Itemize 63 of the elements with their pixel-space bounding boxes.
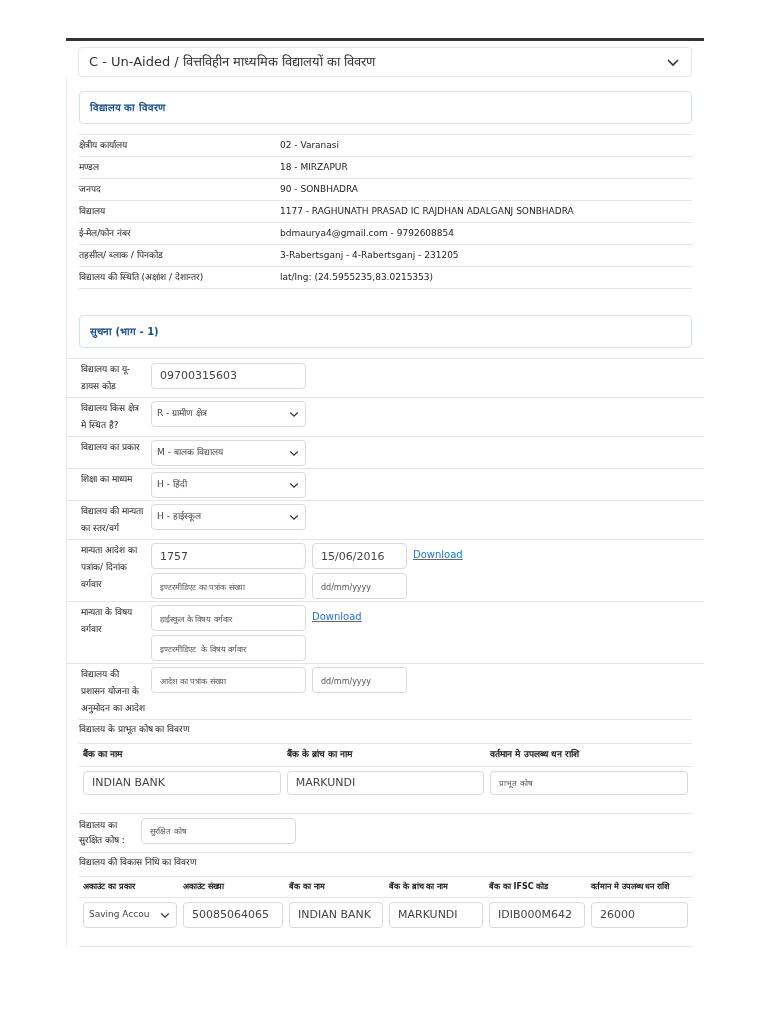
input-field[interactable]: MARKUNDI: [286, 770, 485, 795]
input-field[interactable]: प्राभूत कोष: [490, 770, 688, 795]
select-field[interactable]: M - बालक विद्यालय: [151, 440, 306, 466]
detail-value: 18 - MIRZAPUR: [280, 160, 348, 174]
accordion-title: C - Un-Aided / वित्तविहीन माध्यमिक विद्यालयों का विवरण: [89, 53, 376, 72]
input-field[interactable]: INDIAN BANK: [289, 901, 383, 928]
table-title: विद्यालय की विकास निधि का विवरण: [79, 855, 199, 869]
column-header: अकाउंट का प्रकार: [83, 880, 137, 893]
detail-value: 1177 - RAGHUNATH PRASAD IC RAJDHAN ADALGANJ SONBHADRA: [280, 204, 574, 218]
select-field[interactable]: H - हिंदी: [151, 472, 306, 498]
field-label: विद्यालय का यू-डायस कोड: [81, 363, 131, 393]
input-field[interactable]: सुरक्षित कोष: [141, 817, 296, 844]
field-label: विद्यालय की प्रशासन योजना के अनुमोदन का आदेश: [81, 668, 145, 716]
column-header: बैंक के ब्रांच का नाम: [389, 880, 450, 893]
select-field[interactable]: H - हाईस्कूल: [151, 504, 306, 530]
column-header: बैंक के ब्रांच का नाम: [286, 747, 354, 761]
detail-value: bdmaurya4@gmail.com - 9792608854: [280, 226, 454, 240]
detail-label: तहसील/ ब्लाक / पिनकोड: [79, 248, 164, 262]
select-field[interactable]: Saving Accou: [83, 901, 177, 928]
table-title: विद्यालय के प्राभूत कोष का विवरण: [79, 723, 192, 737]
column-header: वर्तमान मे उपलब्ध धन राशि: [490, 747, 581, 761]
detail-value: lat/lng: (24.5955235,83.0215353): [280, 270, 434, 284]
column-header: वर्तमान मे उपलब्ध धन राशि: [591, 880, 671, 893]
input-field[interactable]: INDIAN BANK: [83, 770, 281, 795]
input-field[interactable]: हाईस्कूल के विषय वर्गवार: [151, 605, 306, 631]
download-link[interactable]: Download: [413, 547, 463, 562]
input-field[interactable]: 26000: [591, 901, 688, 928]
column-header: बैंक का नाम: [83, 747, 124, 761]
field-label: शिक्षा का माध्यम: [81, 473, 134, 486]
detail-label: जनपद: [79, 182, 102, 196]
detail-label: विद्यालय: [79, 204, 107, 218]
section-heading: सुचना (भाग - 1): [79, 315, 692, 348]
input-field[interactable]: आदेश का पत्रांक संख्या: [151, 667, 306, 693]
field-label: विद्यालय किस क्षेत्र मे स्थित है?: [81, 402, 140, 432]
select-field[interactable]: R - ग्रामीण क्षेत्र: [151, 401, 306, 427]
field-label: विद्यालय की मान्यता का स्तर/वर्ग: [81, 505, 145, 535]
input-field[interactable]: IDIB000M642: [489, 901, 585, 928]
detail-value: 90 - SONBHADRA: [280, 182, 359, 196]
input-field[interactable]: 15/06/2016: [312, 543, 407, 569]
detail-label: विद्यालय की स्थिति (अक्षांश / देशान्तर): [79, 270, 205, 284]
detail-value: 3-Rabertsganj - 4-Rabertsganj - 231205: [280, 248, 459, 262]
field-label: मान्यता के विषय वर्गवार: [81, 606, 134, 636]
column-header: अकाउंट संख्या: [183, 880, 226, 893]
detail-label: मण्डल: [79, 160, 100, 174]
detail-label: ई-मेल/फोन नंबर: [79, 226, 133, 240]
field-label: विद्यालय का प्रकार: [81, 441, 141, 454]
input-field[interactable]: 50085064065: [183, 901, 283, 928]
input-field[interactable]: इण्टरमीडिएट के विषय वर्गवार: [151, 635, 306, 661]
column-header: बैंक का नाम: [289, 880, 326, 893]
input-field[interactable]: 09700315603: [151, 362, 306, 389]
column-header: बैंक का IFSC कोड: [489, 880, 550, 893]
accordion-header[interactable]: C - Un-Aided / वित्तविहीन माध्यमिक विद्यालयों का विवरण: [78, 47, 692, 77]
input-field[interactable]: 1757: [151, 543, 306, 569]
field-label: विद्यालय का सुरक्षित कोष :: [79, 818, 126, 848]
input-field[interactable]: MARKUNDI: [389, 901, 483, 928]
input-field[interactable]: dd/mm/yyyy: [312, 573, 407, 599]
detail-label: क्षेत्रीय कार्यालय: [79, 138, 129, 152]
input-field[interactable]: इण्टरमीडिएट का पत्रांक संख्या: [151, 573, 306, 599]
download-link[interactable]: Download: [312, 609, 362, 624]
input-field[interactable]: dd/mm/yyyy: [312, 667, 407, 693]
field-label: मान्यता आदेश का पत्रांक/ दिनांक वर्गवार: [81, 544, 139, 591]
detail-value: 02 - Varanasi: [280, 138, 340, 152]
section-heading: विद्यालय का विवरण: [79, 91, 692, 124]
